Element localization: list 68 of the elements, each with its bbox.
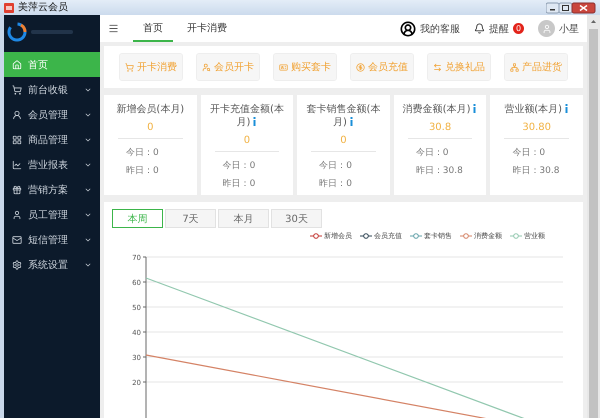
- person-search-icon: [202, 62, 211, 72]
- yesterday-value: 昨日：0: [222, 178, 256, 190]
- tab[interactable]: 首页: [133, 15, 173, 42]
- info-icon[interactable]: [348, 117, 354, 126]
- network-icon: [510, 62, 519, 72]
- count-badge: 0: [513, 23, 524, 34]
- today-value: 今日：0: [511, 146, 546, 159]
- info-icon[interactable]: [252, 117, 258, 126]
- user-icon[interactable]: [400, 20, 416, 36]
- legend-marker-icon[interactable]: [310, 233, 322, 239]
- envelope-icon: [12, 234, 22, 244]
- grid-icon: [12, 134, 22, 144]
- window-controls-icon[interactable]: [546, 2, 596, 14]
- scrollbar[interactable]: [587, 15, 600, 418]
- stat-value: 30.80: [522, 122, 551, 133]
- support-link[interactable]: 我的客服: [420, 22, 460, 36]
- arrows-icon: [433, 62, 442, 72]
- window-title: 美萍云会员: [18, 2, 69, 14]
- settings-icon: [12, 260, 22, 270]
- app-icon: [4, 2, 14, 12]
- stat-title: 营业额(本月): [504, 103, 570, 116]
- sidebar-item[interactable]: 前台收银: [4, 77, 100, 102]
- today-value: 今日：0: [414, 146, 449, 159]
- yesterday-value: 昨日：30.8: [414, 164, 463, 177]
- bell-icon[interactable]: [474, 23, 485, 34]
- range-button[interactable]: 本月: [218, 209, 269, 228]
- sidebar-item[interactable]: 商品管理: [4, 127, 100, 152]
- sidebar-item[interactable]: 营销方案: [4, 177, 100, 202]
- stat-value: 30.8: [428, 122, 452, 133]
- sidebar-item[interactable]: 员工管理: [4, 202, 100, 227]
- user-name[interactable]: 小星: [559, 22, 579, 36]
- legend-marker-icon[interactable]: [410, 233, 422, 239]
- sidebar-item[interactable]: 短信管理: [4, 227, 100, 252]
- sidebar-item[interactable]: 会员管理: [4, 102, 100, 127]
- stat-title: 消费金额(本月): [402, 103, 478, 116]
- legend-marker-icon[interactable]: [460, 233, 472, 239]
- gift-icon: [12, 184, 22, 194]
- sidebar-item[interactable]: 营业报表: [4, 152, 100, 177]
- yesterday-value: 昨日：30.8: [511, 164, 560, 177]
- range-button[interactable]: 30天: [271, 209, 322, 228]
- reminder-link[interactable]: 提醒: [489, 22, 509, 36]
- stat-title: 套卡销售金额(本月): [306, 103, 382, 129]
- stat-value: 0: [244, 135, 250, 146]
- line-chart-icon: [12, 160, 22, 170]
- stat-value: 0: [340, 135, 347, 146]
- legend-marker-icon[interactable]: [510, 233, 522, 239]
- menu-icon[interactable]: [108, 23, 119, 34]
- yesterday-value: 昨日：0: [318, 178, 352, 190]
- tab[interactable]: 开卡消费: [177, 15, 237, 42]
- person-icon: [12, 110, 22, 120]
- info-icon[interactable]: [472, 104, 478, 113]
- today-value: 今日：0: [125, 146, 159, 159]
- card-icon: [279, 62, 288, 72]
- coin-icon: [356, 62, 365, 72]
- today-value: 今日：0: [222, 160, 256, 172]
- range-button[interactable]: 7天: [165, 209, 216, 228]
- cart-icon: [125, 62, 134, 72]
- legend-marker-icon[interactable]: [360, 233, 372, 239]
- sidebar-item[interactable]: 系统设置: [4, 252, 100, 277]
- yesterday-value: 昨日：0: [125, 164, 159, 177]
- stat-title: 开卡充值金额(本月): [208, 103, 285, 129]
- person-icon: [12, 210, 22, 220]
- home-icon: [12, 60, 22, 70]
- stat-title: 新增会员(本月): [116, 103, 184, 116]
- info-icon[interactable]: [564, 104, 570, 113]
- today-value: 今日：0: [318, 160, 352, 172]
- stat-value: 0: [147, 122, 154, 133]
- cart-icon: [12, 84, 22, 94]
